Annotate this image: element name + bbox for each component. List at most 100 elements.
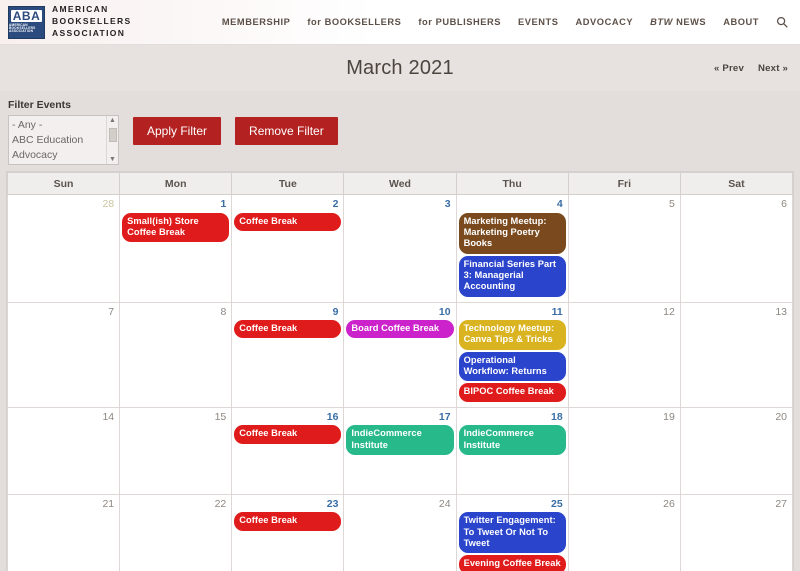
weekday-header-tue: Tue — [231, 172, 345, 195]
nav-membership[interactable]: MEMBERSHIP — [222, 17, 291, 27]
calendar-day-cell: 1 Small(ish) Store Coffee Break — [119, 194, 233, 303]
month-pager: « Prev Next » — [714, 63, 788, 74]
filter-select-scrollbar[interactable]: ▲ ▼ — [106, 116, 118, 164]
calendar-day-cell: 21 — [6, 493, 121, 571]
calendar-event[interactable]: Coffee Break — [234, 512, 342, 531]
weekday-header-sat: Sat — [679, 172, 794, 195]
day-number[interactable]: 23 — [234, 497, 341, 513]
calendar-day-cell: 23 Coffee Break — [231, 493, 345, 571]
day-number[interactable]: 11 — [459, 305, 566, 321]
calendar-event[interactable]: Coffee Break — [234, 212, 342, 231]
calendar: Sun Mon Tue Wed Thu Fri Sat 28 1 Small(ish) Stor… — [6, 171, 794, 571]
weekday-header-sun: Sun — [6, 172, 121, 195]
calendar-day-cell: 12 — [567, 301, 681, 408]
calendar-day-cell: 24 — [343, 493, 457, 571]
calendar-day-cell: 20 — [679, 406, 794, 495]
calendar-day-cell: 9 Coffee Break — [231, 301, 345, 408]
day-number: 15 — [214, 410, 227, 423]
filter-events-area: Filter Events - Any - ABC Education Advo… — [0, 91, 800, 171]
day-number: 27 — [775, 497, 787, 510]
filter-events-select[interactable]: - Any - ABC Education Advocacy Celebrati… — [8, 115, 119, 165]
nav-events[interactable]: EVENTS — [518, 17, 559, 27]
remove-filter-button[interactable]: Remove Filter — [235, 117, 338, 145]
day-number: 22 — [214, 497, 227, 510]
day-number: 28 — [102, 198, 115, 210]
calendar-day-cell: 5 — [567, 194, 681, 303]
calendar-day-cell: 19 — [567, 406, 681, 495]
day-number: 12 — [663, 305, 675, 318]
day-number[interactable]: 16 — [234, 410, 341, 426]
logo-line-2: BOOKSELLERS — [52, 16, 132, 27]
nav-advocacy[interactable]: ADVOCACY — [576, 17, 634, 27]
day-number[interactable]: 17 — [346, 410, 453, 426]
filter-events-label: Filter Events — [8, 99, 72, 111]
nav-btw-news[interactable]: BTW NEWS — [650, 17, 706, 27]
site-logo[interactable]: ABA AMERICAN BOOKSELLERS ASSOCIATION AME… — [8, 4, 132, 39]
calendar-event[interactable]: Board Coffee Break — [346, 320, 454, 339]
day-number[interactable]: 25 — [459, 497, 566, 513]
filter-option-celebration[interactable]: Celebration — [12, 163, 118, 165]
calendar-week-row: 7 8 9 Coffee Break 10 Board Coffee Break 11 Tec… — [6, 301, 794, 408]
calendar-event[interactable]: Marketing Meetup: Marketing Poetry Books — [458, 212, 566, 254]
day-number: 21 — [102, 497, 115, 510]
calendar-day-cell: 17 IndieCommerce Institute — [343, 406, 457, 495]
scrollbar-thumb[interactable] — [109, 128, 117, 142]
day-number[interactable]: 3 — [346, 197, 453, 213]
day-number[interactable]: 18 — [459, 410, 566, 426]
calendar-event[interactable]: IndieCommerce Institute — [346, 425, 454, 456]
calendar-week-row: 28 1 Small(ish) Store Coffee Break 2 Coffee … — [6, 194, 794, 303]
scroll-down-icon[interactable]: ▼ — [109, 156, 116, 163]
calendar-event[interactable]: Twitter Engagement: To Tweet Or Not To T… — [458, 512, 566, 554]
calendar-day-cell: 2 Coffee Break — [231, 194, 345, 303]
calendar-event[interactable]: Technology Meetup: Canva Tips & Tricks — [458, 320, 566, 350]
filter-option-advocacy[interactable]: Advocacy — [12, 148, 118, 163]
day-number: 13 — [775, 305, 787, 318]
calendar-event[interactable]: IndieCommerce Institute — [458, 425, 566, 456]
day-number[interactable]: 4 — [459, 197, 566, 213]
nav-for-publishers[interactable]: for PUBLISHERS — [418, 17, 501, 27]
day-number[interactable]: 9 — [234, 305, 341, 321]
calendar-table: Sun Mon Tue Wed Thu Fri Sat 28 1 Small(ish) Stor… — [6, 172, 794, 571]
search-icon[interactable] — [776, 16, 788, 28]
calendar-day-cell: 15 — [119, 406, 233, 495]
main-navigation: MEMBERSHIP for BOOKSELLERS for PUBLISHER… — [222, 16, 788, 28]
calendar-event[interactable]: Small(ish) Store Coffee Break — [122, 212, 230, 243]
calendar-event[interactable]: Evening Coffee Break — [458, 555, 566, 571]
day-number[interactable]: 10 — [346, 305, 453, 321]
calendar-day-cell: 26 — [567, 493, 681, 571]
weekday-header-wed: Wed — [343, 172, 457, 195]
calendar-day-cell: 7 — [6, 301, 121, 408]
calendar-day-cell: 16 Coffee Break — [231, 406, 345, 495]
calendar-day-cell: 10 Board Coffee Break — [343, 301, 457, 408]
logo-mark-subtext: AMERICAN BOOKSELLERS ASSOCIATION — [9, 22, 36, 34]
calendar-day-cell: 6 — [679, 194, 794, 303]
calendar-event[interactable]: BIPOC Coffee Break — [458, 383, 566, 402]
filter-option-any[interactable]: - Any - — [12, 118, 118, 133]
calendar-week-row: 21 22 23 Coffee Break 24 25 Twitter Engagement… — [6, 493, 794, 571]
apply-filter-button[interactable]: Apply Filter — [133, 117, 222, 145]
calendar-event[interactable]: Coffee Break — [234, 425, 342, 444]
calendar-event[interactable]: Operational Workflow: Returns — [458, 351, 566, 382]
day-number[interactable]: 1 — [122, 197, 229, 213]
calendar-day-cell: 8 — [119, 301, 233, 408]
nav-for-booksellers[interactable]: for BOOKSELLERS — [307, 17, 401, 27]
calendar-day-cell: 14 — [6, 406, 121, 495]
scroll-up-icon[interactable]: ▲ — [109, 117, 116, 124]
day-number: 26 — [663, 497, 675, 510]
filter-buttons: Apply Filter Remove Filter — [133, 117, 338, 145]
logo-line-1: AMERICAN — [52, 4, 109, 15]
nav-about[interactable]: ABOUT — [723, 17, 759, 27]
filter-column: Filter Events - Any - ABC Education Advo… — [8, 99, 126, 165]
calendar-body: 28 1 Small(ish) Store Coffee Break 2 Coffee … — [6, 194, 794, 571]
prev-month-link[interactable]: « Prev — [714, 63, 744, 74]
next-month-link[interactable]: Next » — [758, 63, 788, 74]
aba-logo-icon: ABA AMERICAN BOOKSELLERS ASSOCIATION — [8, 5, 45, 39]
calendar-event[interactable]: Coffee Break — [234, 320, 342, 339]
day-number: 6 — [781, 198, 787, 210]
calendar-week-row: 14 15 16 Coffee Break 17 IndieCommerce Instit… — [6, 406, 794, 495]
filter-option-abc-education[interactable]: ABC Education — [12, 133, 118, 148]
calendar-header-row: Sun Mon Tue Wed Thu Fri Sat — [6, 172, 794, 195]
calendar-day-cell: 11 Technology Meetup: Canva Tips & Tricks… — [455, 301, 569, 408]
calendar-event[interactable]: Financial Series Part 3: Managerial Acco… — [458, 255, 566, 297]
day-number[interactable]: 2 — [234, 197, 341, 213]
